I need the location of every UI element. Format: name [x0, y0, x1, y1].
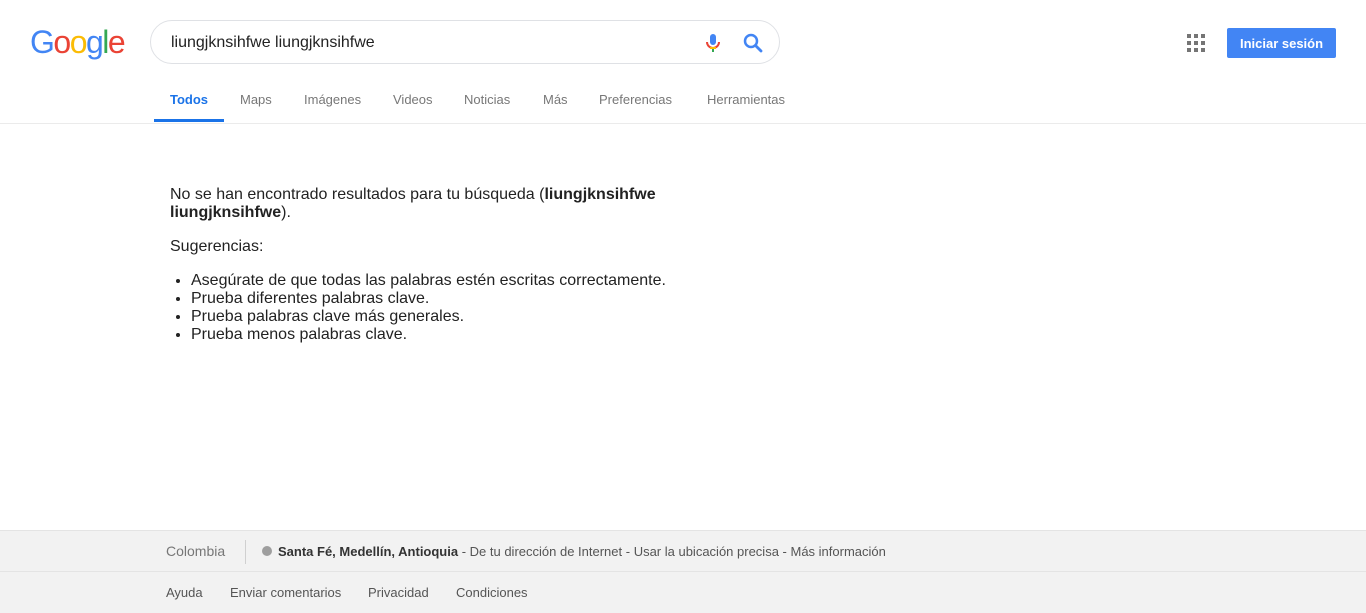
tab-noticias[interactable]: Noticias — [464, 80, 510, 120]
footer-location-bar: Colombia Santa Fé, Medellín, Antioquia -… — [0, 530, 1366, 572]
logo-letter: G — [30, 24, 55, 60]
footer-links-bar: Ayuda Enviar comentarios Privacidad Cond… — [0, 572, 1366, 613]
tab-videos[interactable]: Videos — [393, 80, 433, 120]
google-logo[interactable]: Google — [30, 24, 126, 60]
footer-link-condiciones[interactable]: Condiciones — [456, 585, 528, 600]
search-box — [150, 20, 780, 64]
microphone-icon[interactable] — [701, 31, 725, 55]
location-source: - De tu dirección de Internet - — [458, 544, 634, 559]
tab-mas[interactable]: Más — [543, 80, 568, 120]
signin-button[interactable]: Iniciar sesión — [1227, 28, 1336, 58]
search-input[interactable] — [171, 31, 691, 55]
apps-grid-icon[interactable] — [1186, 33, 1206, 53]
precise-location-link[interactable]: Usar la ubicación precisa — [634, 544, 779, 559]
location-dash: - — [778, 544, 791, 559]
footer-link-ayuda[interactable]: Ayuda — [166, 585, 203, 600]
more-info-link[interactable]: Más información — [790, 544, 885, 559]
footer-divider — [245, 540, 246, 564]
footer-link-privacidad[interactable]: Privacidad — [368, 585, 429, 600]
footer-link-enviar-comentarios[interactable]: Enviar comentarios — [230, 585, 341, 600]
suggestions-title: Sugerencias: — [170, 238, 264, 255]
suggestion-item: Prueba menos palabras clave. — [191, 326, 710, 344]
location-dot-icon — [262, 546, 272, 556]
header: Google Iniciar sesión — [0, 0, 1366, 124]
suggestion-item: Asegúrate de que todas las palabras esté… — [191, 272, 710, 290]
logo-letter: o — [53, 24, 71, 60]
suggestion-item: Prueba diferentes palabras clave. — [191, 290, 710, 308]
suggestions-list: Asegúrate de que todas las palabras esté… — [170, 272, 710, 344]
no-results-suffix: ). — [281, 204, 291, 221]
no-results-prefix: No se han encontrado resultados para tu … — [170, 186, 545, 203]
logo-letter: g — [85, 24, 104, 60]
no-results-section: No se han encontrado resultados para tu … — [170, 186, 710, 344]
tab-imagenes[interactable]: Imágenes — [304, 80, 361, 120]
footer-country: Colombia — [166, 543, 226, 559]
tab-herramientas[interactable]: Herramientas — [707, 80, 785, 120]
suggestion-item: Prueba palabras clave más generales. — [191, 308, 710, 326]
tab-maps[interactable]: Maps — [240, 80, 272, 120]
footer-location-text: Santa Fé, Medellín, Antioquia - De tu di… — [278, 544, 886, 559]
tab-todos[interactable]: Todos — [170, 80, 208, 120]
location-name: Santa Fé, Medellín, Antioquia — [278, 544, 459, 559]
tab-preferencias[interactable]: Preferencias — [599, 80, 672, 120]
active-tab-indicator — [154, 119, 224, 122]
no-results-message: No se han encontrado resultados para tu … — [170, 186, 710, 222]
logo-letter: o — [69, 24, 88, 60]
search-icon[interactable] — [741, 31, 765, 55]
logo-letter: e — [107, 24, 126, 60]
